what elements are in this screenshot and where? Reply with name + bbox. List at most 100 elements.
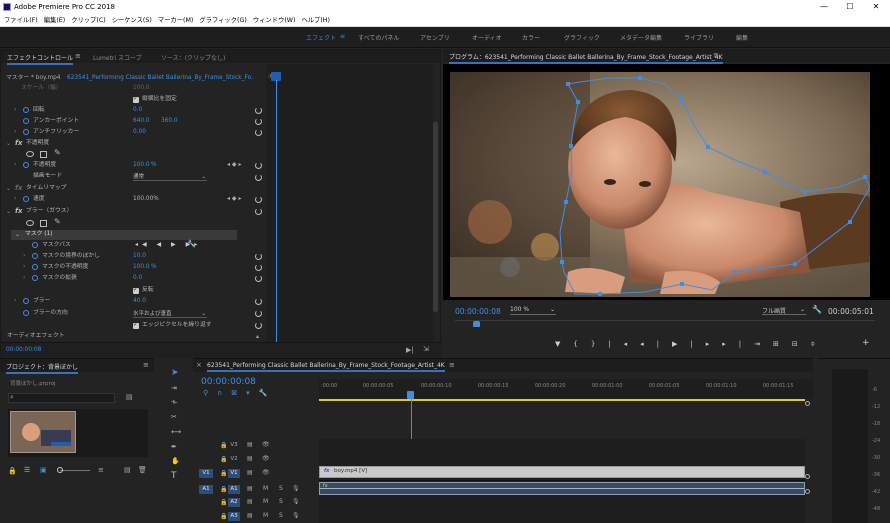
menu-file[interactable]: ファイル(F) xyxy=(0,14,40,27)
sequence-clip-label[interactable]: 623541_Performing Classic Ballet Balleri… xyxy=(67,73,253,84)
menu-sequence[interactable]: シーケンス(S) xyxy=(108,14,154,27)
timeline-timecode[interactable]: 00:00:00:08 xyxy=(201,377,256,387)
blur-dimension-dropdown[interactable]: 水平および垂直 ⌄ xyxy=(133,310,207,318)
track-lock-icon[interactable]: 🔒 xyxy=(220,486,227,493)
razor-tool-icon[interactable]: ✂ xyxy=(171,413,177,421)
solo-button[interactable]: S xyxy=(279,512,283,519)
mask-path-stopwatch-icon[interactable] xyxy=(32,242,38,248)
blur-rectangle-mask-icon[interactable] xyxy=(40,220,47,227)
sync-icon[interactable]: ▤ xyxy=(247,455,253,462)
reset-blur-icon[interactable] xyxy=(255,208,262,215)
scroll-up-icon[interactable]: ▴ xyxy=(256,333,259,340)
tab-effect-controls[interactable]: エフェクトコントロール xyxy=(7,53,74,65)
workspace-metadata[interactable]: メタデータ編集 xyxy=(620,33,662,42)
video-clip[interactable]: fx boy.mp4 [V] xyxy=(319,466,805,478)
blend-mode-dropdown[interactable]: 通常 ⌄ xyxy=(133,173,207,181)
program-timecode[interactable]: 00:00:00:08 xyxy=(455,307,501,316)
project-menu-icon[interactable]: ≡ xyxy=(143,361,149,369)
workspace-editing[interactable]: 編集 xyxy=(736,33,748,42)
timeline-title[interactable]: 623541_Performing Classic Ballet Balleri… xyxy=(207,362,445,372)
workspace-effects[interactable]: エフェクト xyxy=(306,33,336,42)
audio-clip[interactable]: fx xyxy=(319,482,805,495)
workspace-audio[interactable]: オーディオ xyxy=(472,33,502,42)
quality-dropdown[interactable]: フル画質 ⌄ xyxy=(762,306,806,315)
program-title[interactable]: プログラム：623541_Performing Classic Ballet B… xyxy=(449,52,723,64)
microphone-icon[interactable]: 🎙 xyxy=(292,498,300,505)
add-button-icon[interactable]: + xyxy=(862,338,870,348)
slip-tool-icon[interactable]: ⟷ xyxy=(171,428,181,436)
pen-mask-icon[interactable]: ✎ xyxy=(54,148,61,157)
rotation-expand-icon[interactable]: › xyxy=(14,106,16,113)
mask-label[interactable]: マスク (1) xyxy=(25,229,52,240)
new-bin-icon[interactable]: ▤ xyxy=(126,393,133,401)
opacity-stopwatch-icon[interactable] xyxy=(23,162,29,168)
sync-icon[interactable]: ▤ xyxy=(247,485,253,492)
mask-expansion-value[interactable]: 0.0 xyxy=(133,273,142,284)
flicker-expand-icon[interactable]: › xyxy=(14,128,16,135)
reset-expansion-icon[interactable] xyxy=(255,275,262,282)
eye-icon[interactable]: 👁 xyxy=(262,469,270,476)
reset-feather-icon[interactable] xyxy=(255,253,262,260)
rectangle-mask-icon[interactable] xyxy=(40,151,47,158)
effect-controls-scrollbar[interactable] xyxy=(433,122,438,312)
project-title[interactable]: プロジェクト：背景ぼかし xyxy=(6,362,79,374)
thumbnail-size-slider[interactable] xyxy=(60,470,90,471)
timeline-menu-icon[interactable]: ≡ xyxy=(449,361,455,369)
blur-collapse-icon[interactable]: ⌄ xyxy=(6,208,11,215)
maximize-icon[interactable]: ☐ xyxy=(838,0,862,14)
source-patch-a1[interactable]: A1 xyxy=(199,485,213,494)
microphone-icon[interactable]: 🎙 xyxy=(292,512,300,519)
track-name-a3[interactable]: A3 xyxy=(228,512,240,521)
selection-tool-icon[interactable]: ➤ xyxy=(171,368,179,378)
clip-thumbnail[interactable] xyxy=(10,411,76,453)
mask-opacity-stopwatch-icon[interactable] xyxy=(32,264,38,270)
time-remap-collapse-icon[interactable]: ⌄ xyxy=(6,185,11,192)
program-video[interactable] xyxy=(450,72,870,297)
eye-icon[interactable]: 👁 xyxy=(262,455,270,462)
feather-stopwatch-icon[interactable] xyxy=(32,253,38,259)
reset-blur-dimension-icon[interactable] xyxy=(255,310,262,317)
ellipse-mask-icon[interactable] xyxy=(26,151,34,157)
track-resize-handle[interactable] xyxy=(805,474,810,479)
workspace-menu-icon[interactable]: ≡ xyxy=(340,33,345,40)
reset-blend-icon[interactable] xyxy=(255,174,262,181)
anti-flicker-value[interactable]: 0.00 xyxy=(133,127,146,138)
time-ruler[interactable] xyxy=(319,379,813,399)
sync-icon[interactable]: ▤ xyxy=(247,498,253,505)
blurriness-expand-icon[interactable]: › xyxy=(14,297,16,304)
menu-graphics[interactable]: グラフィック(G) xyxy=(195,14,248,27)
zoom-dropdown[interactable]: 100 % ⌄ xyxy=(510,306,556,315)
list-view-icon[interactable]: ☰ xyxy=(24,466,30,474)
track-name-v3[interactable]: V3 xyxy=(228,441,240,450)
new-item-icon[interactable]: ▤ xyxy=(124,466,131,474)
menu-window[interactable]: ウィンドウ(W) xyxy=(249,14,298,27)
rotation-stopwatch-icon[interactable] xyxy=(23,107,29,113)
play-only-audio-icon[interactable]: ▶| xyxy=(406,346,414,354)
time-remap-label[interactable]: タイムリマップ xyxy=(26,183,66,194)
type-tool-icon[interactable]: T xyxy=(171,471,177,481)
workspace-assembly[interactable]: アセンブリ xyxy=(420,33,450,42)
solo-button[interactable]: S xyxy=(279,485,283,492)
track-lock-icon[interactable]: 🔒 xyxy=(220,456,227,463)
track-lock-icon[interactable]: 🔒 xyxy=(220,499,227,506)
expansion-expand-icon[interactable]: › xyxy=(23,274,25,281)
sync-icon[interactable]: ▤ xyxy=(247,441,253,448)
opacity-value[interactable]: 100.0 xyxy=(133,160,150,171)
track-lock-icon[interactable]: 🔒 xyxy=(220,513,227,520)
mute-button[interactable]: M xyxy=(263,512,268,519)
fx-opacity-icon[interactable]: fx xyxy=(15,139,23,147)
mute-button[interactable]: M xyxy=(263,485,268,492)
timeline-tool-buttons[interactable]: ⚲∩⊠▾🔧 xyxy=(203,389,276,397)
uniform-scale-checkbox[interactable] xyxy=(133,95,139,103)
feather-expand-icon[interactable]: › xyxy=(23,252,25,259)
minimize-icon[interactable]: — xyxy=(812,0,836,14)
blur-pen-mask-icon[interactable]: ✎ xyxy=(54,217,61,226)
panel-menu-icon[interactable]: ≡ xyxy=(75,52,81,60)
anchor-x-value[interactable]: 640.0 xyxy=(133,116,150,127)
tab-lumetri-scopes[interactable]: Lumetri スコープ xyxy=(93,53,142,62)
microphone-icon[interactable]: 🎙 xyxy=(292,485,300,492)
track-select-tool-icon[interactable]: ⇥ xyxy=(171,384,177,392)
sync-icon[interactable]: ▤ xyxy=(247,512,253,519)
pen-tool-icon[interactable]: ✒ xyxy=(171,443,177,451)
flicker-stopwatch-icon[interactable] xyxy=(23,129,29,135)
